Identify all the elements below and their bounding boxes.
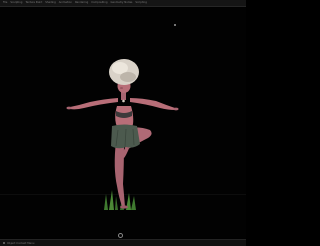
menu-item-sculpting[interactable]: Sculpting	[10, 0, 22, 6]
app-window: File Sculpting Texture Paint Shading Ani…	[0, 0, 246, 246]
menu-item-scripting[interactable]: Scripting	[135, 0, 147, 6]
necklace-pendant	[122, 99, 125, 103]
right-hand	[173, 107, 179, 111]
menu-item-compositing[interactable]: Compositing	[91, 0, 107, 6]
standing-leg	[114, 141, 125, 207]
face-feature	[120, 87, 123, 89]
left-hand	[66, 106, 72, 110]
hair-highlight	[112, 62, 128, 74]
status-hint: Object Context Menu	[7, 241, 35, 245]
menu-item-texture-paint[interactable]: Texture Paint	[25, 0, 42, 6]
top-menu-bar: File Sculpting Texture Paint Shading Ani…	[0, 0, 246, 7]
menu-item-shading[interactable]: Shading	[45, 0, 56, 6]
menu-item-animation[interactable]: Animation	[59, 0, 72, 6]
navigation-circle-icon[interactable]	[118, 233, 123, 238]
menu-item-rendering[interactable]: Rendering	[75, 0, 88, 6]
menu-item-geometry-nodes[interactable]: Geometry Nodes	[111, 0, 133, 6]
right-arm	[130, 98, 175, 110]
3d-viewport[interactable]	[0, 8, 246, 238]
standing-foot	[120, 205, 128, 209]
status-bar: Object Context Menu	[0, 239, 246, 246]
mouse-button-icon	[3, 242, 5, 244]
dancer-figure[interactable]	[0, 8, 246, 238]
left-arm	[70, 98, 118, 110]
hair-shadow	[120, 72, 136, 82]
menu-item-file[interactable]: File	[3, 0, 7, 6]
